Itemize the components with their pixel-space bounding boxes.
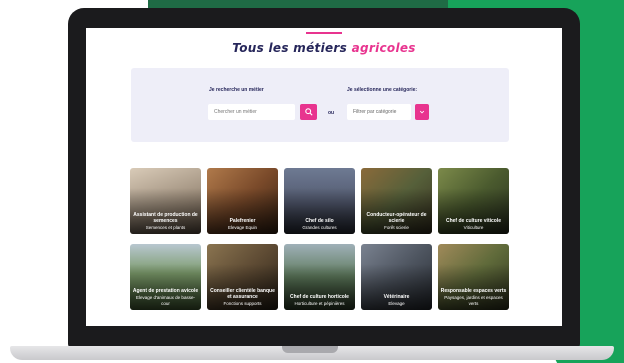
job-card-category: Paysages, jardins et espaces verts [444,295,503,306]
job-card-name: Vétérinaire [383,293,410,300]
job-card[interactable]: Vétérinaire Elevage [361,244,432,310]
job-card-category: Semences et plants [145,224,186,230]
job-card[interactable]: Assistant de production de semences Semen… [130,168,201,234]
job-card-name: Conducteur-opérateur de scierie [366,211,427,224]
job-card[interactable]: Palefrenier Elevage Equin [207,168,278,234]
job-card[interactable]: Chef de culture viticole Viticulture [438,168,509,234]
job-card-name: Chef de silo [305,217,334,224]
job-card-category: Grandes cultures [302,224,337,230]
category-label: Je sélectionne une catégorie: [347,87,418,93]
job-card-name: Assistant de production de semences [133,211,198,224]
promo-stage: Tous les métiers agricoles Je recherche … [0,0,624,363]
job-card[interactable]: Conseiller clientèle banque et assurance… [207,244,278,310]
job-card-name: Conseiller clientèle banque et assurance [210,287,275,300]
job-card[interactable]: Chef de culture horticole Horticulture et… [284,244,355,310]
job-card-name: Chef de culture horticole [290,293,349,300]
job-card-category: Forêt scierie [384,224,409,230]
job-card-category: Elevage Equin [227,224,258,230]
job-card-category: Viticulture [463,224,484,230]
category-select[interactable]: Filtrer par catégorie [347,104,411,120]
chevron-down-icon [419,110,425,114]
job-card-name: Agent de prestation avicole [132,288,199,294]
job-card[interactable]: Responsable espaces verts Paysages, jardi… [438,244,509,310]
job-search-input[interactable] [208,104,295,120]
job-card-category: Elevage [388,300,405,306]
page-title-wrap: Tous les métiers agricoles [86,32,562,57]
laptop-notch [282,346,338,353]
job-card[interactable]: Chef de silo Grandes cultures [284,168,355,234]
laptop-screen: Tous les métiers agricoles Je recherche … [86,28,562,326]
job-card-category: Horticulture et pépinières [294,300,345,306]
title-decor-bar [306,32,342,34]
job-card-category: Fonctions supports [223,300,262,306]
job-card[interactable]: Agent de prestation avicole Elevage d'ani… [130,244,201,310]
search-panel: Je recherche un métier ou Je sélectionne… [131,68,509,142]
search-icon [304,108,313,116]
job-search-label: Je recherche un métier [209,87,264,93]
page-title: Tous les métiers agricoles [232,41,415,55]
job-card-name: Palefrenier [229,217,256,224]
job-card-category: Elevage d'animaux de basse-cour [136,295,195,306]
job-card-name: Responsable espaces verts [440,288,507,294]
or-label: ou [328,110,335,116]
search-button[interactable] [300,104,317,120]
page-title-accent: agricoles [351,41,416,55]
job-card[interactable]: Conducteur-opérateur de scierie Forêt sci… [361,168,432,234]
page-title-main: Tous les métiers [232,41,348,55]
job-card-name: Chef de culture viticole [445,217,501,224]
category-dropdown-button[interactable] [415,104,429,120]
